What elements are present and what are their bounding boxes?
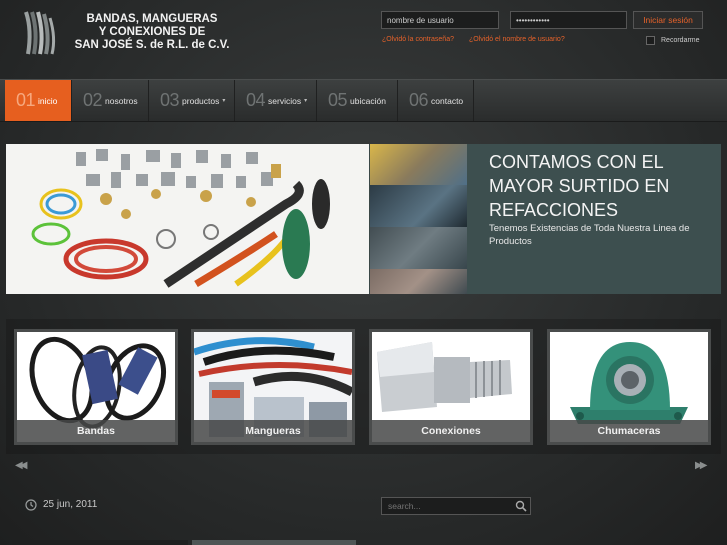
nav-number: 04 bbox=[246, 90, 266, 110]
username-input[interactable] bbox=[381, 11, 499, 29]
slider-thumbnail[interactable] bbox=[370, 269, 467, 294]
forgot-username-link[interactable]: ¿Olvidó el nombre de usuario? bbox=[469, 36, 565, 43]
logo[interactable]: BANDAS, MANGUERAS Y CONEXIONES DE SAN JO… bbox=[22, 10, 229, 56]
remember-me-label: Recordarme bbox=[661, 37, 700, 44]
footer-tab bbox=[12, 540, 188, 545]
nav-item-contacto[interactable]: 06 contacto bbox=[398, 80, 474, 121]
product-card-chumaceras[interactable]: Chumaceras bbox=[547, 329, 711, 445]
nav-item-productos[interactable]: 03 productos ▾ bbox=[149, 80, 235, 121]
nav-label: inicio bbox=[38, 95, 58, 106]
nav-item-inicio[interactable]: 01 inicio bbox=[5, 80, 72, 121]
slider-thumbnail[interactable] bbox=[370, 185, 467, 227]
company-name-line3: SAN JOSÉ S. de R.L. de C.V. bbox=[74, 39, 230, 51]
company-name-line2: Y CONEXIONES DE bbox=[98, 26, 206, 38]
nav-label: nosotros bbox=[105, 95, 138, 106]
nav-label: servicios bbox=[268, 95, 302, 106]
product-card-mangueras[interactable]: Mangueras bbox=[191, 329, 355, 445]
hero-slider: CONTAMOS CON EL MAYOR SURTIDO EN REFACCI… bbox=[6, 144, 721, 294]
product-card-caption: Mangueras bbox=[194, 420, 352, 442]
logo-hoses-icon bbox=[24, 11, 56, 55]
footer-tab bbox=[192, 540, 356, 545]
slide-headline: CONTAMOS CON EL MAYOR SURTIDO EN REFACCI… bbox=[489, 152, 670, 220]
slider-thumbnail[interactable] bbox=[370, 227, 467, 269]
product-card-caption: Chumaceras bbox=[550, 420, 708, 442]
carousel-next-arrow[interactable]: ▶▶ bbox=[695, 460, 708, 471]
nav-label: productos bbox=[182, 95, 220, 106]
slider-thumbnail[interactable] bbox=[370, 144, 467, 185]
nav-label: ubicación bbox=[350, 95, 386, 106]
product-card-caption: Conexiones bbox=[372, 420, 530, 442]
company-name-line1: BANDAS, MANGUERAS bbox=[86, 13, 218, 25]
remember-me-checkbox[interactable] bbox=[646, 36, 655, 45]
chevron-down-icon: ▾ bbox=[304, 98, 308, 104]
login-button[interactable]: Iniciar sesión bbox=[633, 11, 703, 29]
nav-item-ubicacion[interactable]: 05 ubicación bbox=[317, 80, 398, 121]
clock-icon bbox=[25, 499, 37, 511]
slider-thumbnails bbox=[370, 144, 467, 294]
password-input[interactable] bbox=[510, 11, 627, 29]
nav-number: 06 bbox=[409, 90, 429, 110]
nav-item-servicios[interactable]: 04 servicios ▾ bbox=[235, 80, 317, 121]
chevron-down-icon: ▾ bbox=[222, 98, 226, 104]
nav-number: 02 bbox=[83, 90, 103, 110]
nav-item-nosotros[interactable]: 02 nosotros bbox=[72, 80, 149, 121]
post-date: 25 jun, 2011 bbox=[43, 499, 98, 510]
product-card-caption: Bandas bbox=[17, 420, 175, 442]
slide-caption-panel: CONTAMOS CON EL MAYOR SURTIDO EN REFACCI… bbox=[467, 144, 721, 294]
nav-number: 05 bbox=[328, 90, 348, 110]
nav-number: 01 bbox=[16, 90, 36, 110]
company-name: BANDAS, MANGUERAS Y CONEXIONES DE SAN JO… bbox=[62, 13, 242, 52]
carousel-prev-arrow[interactable]: ◀◀ bbox=[15, 460, 28, 471]
nav-number: 03 bbox=[160, 90, 180, 110]
forgot-password-link[interactable]: ¿Olvidó la contraseña? bbox=[382, 36, 454, 43]
slide-subtext: Tenemos Existencias de Toda Nuestra Line… bbox=[489, 223, 690, 247]
product-card-conexiones[interactable]: Conexiones bbox=[369, 329, 533, 445]
hero-image[interactable] bbox=[6, 144, 369, 294]
search-input[interactable] bbox=[381, 497, 531, 515]
fittings-image bbox=[6, 144, 369, 294]
nav-label: contacto bbox=[431, 95, 464, 106]
search-icon[interactable] bbox=[515, 500, 527, 512]
product-card-bandas[interactable]: Bandas bbox=[14, 329, 178, 445]
